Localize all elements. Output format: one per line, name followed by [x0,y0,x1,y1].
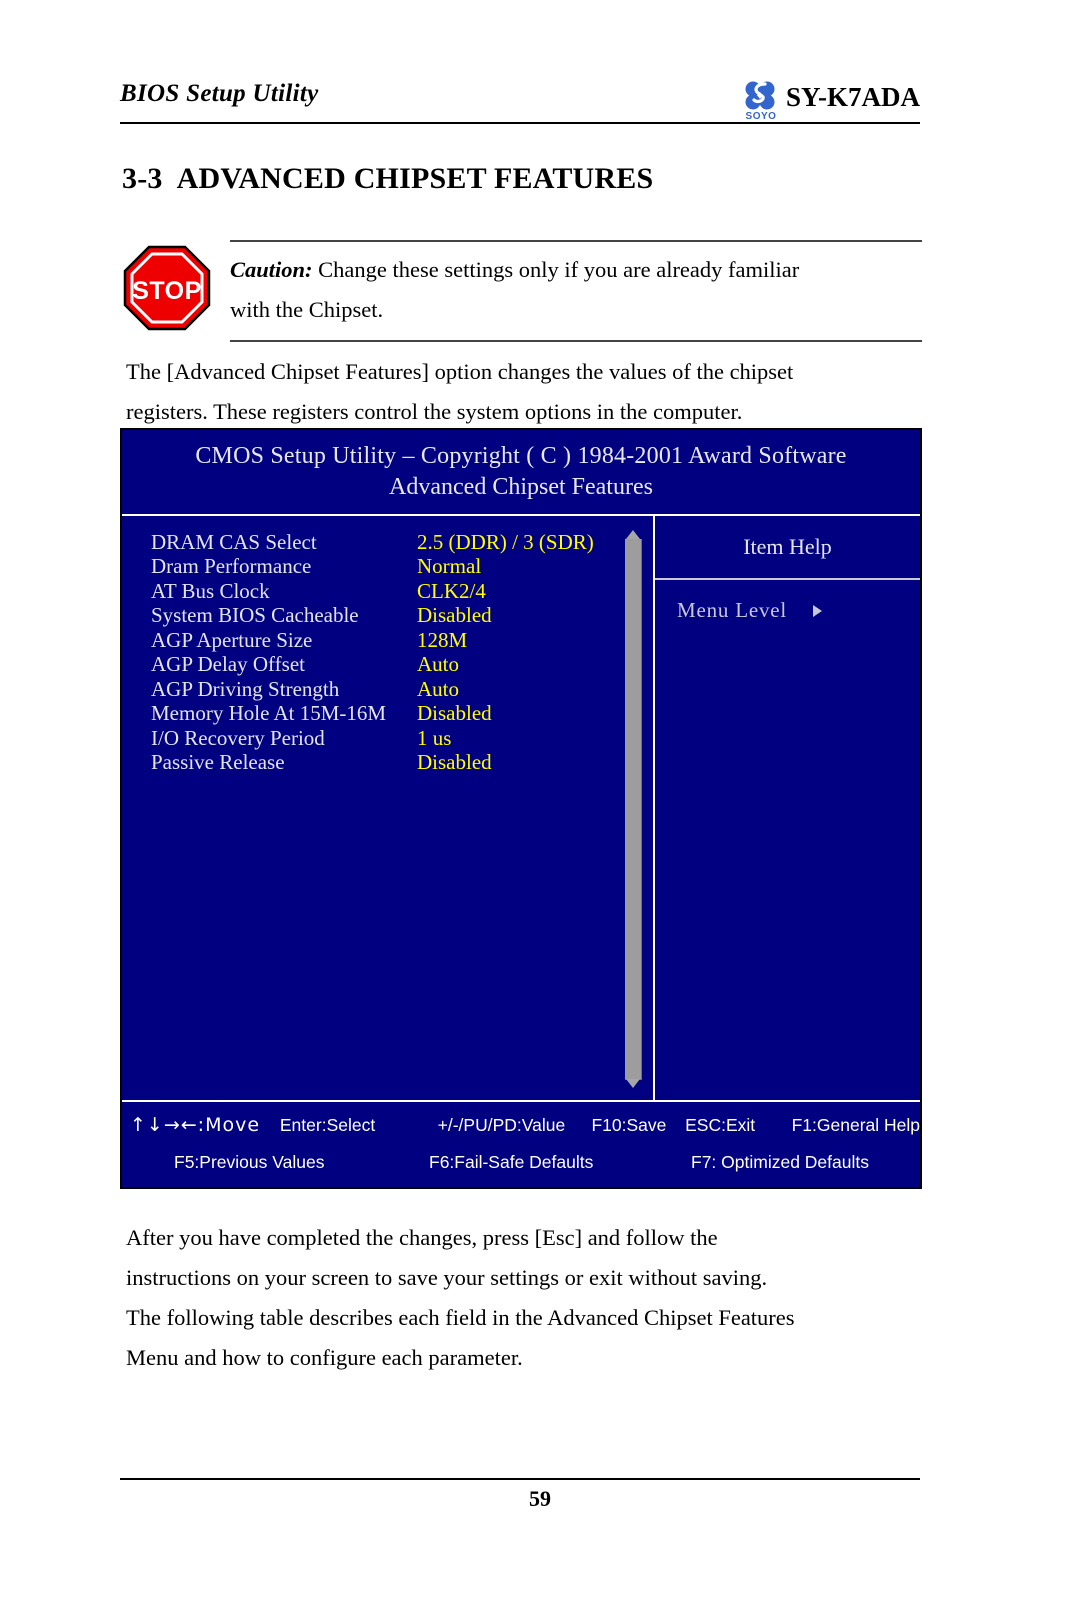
key-enter-select[interactable]: Enter:Select [280,1110,438,1140]
settings-scrollbar[interactable] [624,530,642,1092]
setting-label: I/O Recovery Period [151,725,325,750]
setting-label: Passive Release [151,750,285,775]
scroll-down-arrow-icon[interactable] [626,1079,640,1088]
setting-value[interactable]: 2.5 (DDR) / 3 (SDR) [417,530,594,555]
setting-value[interactable]: 1 us [417,726,451,751]
svg-text:STOP: STOP [132,277,202,305]
setting-row-agp-driving-strength[interactable]: AGP Driving Strength Auto [151,677,653,702]
document-header-title: BIOS Setup Utility [120,80,319,107]
setting-label: AGP Aperture Size [151,627,313,652]
setting-row-system-bios-cacheable[interactable]: System BIOS Cacheable Disabled [151,603,653,629]
setting-row-agp-aperture-size[interactable]: AGP Aperture Size 128M [151,628,653,653]
setting-label: AT Bus Clock [151,578,270,603]
caution-block: STOP Caution: Change these settings only… [122,240,922,342]
setting-row-passive-release[interactable]: Passive Release Disabled [151,750,653,776]
page-number: 59 [529,1486,551,1511]
intro-paragraph: The [Advanced Chipset Features] option c… [126,352,926,432]
outro-line-2: instructions on your screen to save your… [126,1265,768,1290]
setting-label: System BIOS Cacheable [151,603,359,628]
scrollbar-thumb[interactable] [625,539,642,1080]
setting-value[interactable]: CLK2/4 [417,579,486,604]
key-legend-row-1: ↑↓→←:Move Enter:Select +/-/PU/PD:Value F… [122,1110,920,1140]
bios-copyright-line: CMOS Setup Utility – Copyright ( C ) 198… [195,443,847,469]
key-move[interactable]: ↑↓→←:Move [130,1110,280,1140]
section-title-text: ADVANCED CHIPSET FEATURES [176,162,654,195]
soyo-logo-icon: SOYO [740,78,782,122]
setting-value[interactable]: Auto [417,652,459,677]
caution-line-2: with the Chipset. [230,297,384,322]
setting-row-dram-cas-select[interactable]: DRAM CAS Select 2.5 (DDR) / 3 (SDR) [151,530,653,555]
setting-row-memory-hole[interactable]: Memory Hole At 15M-16M Disabled [151,701,653,727]
key-value-adjust[interactable]: +/-/PU/PD:Value [438,1110,592,1140]
key-f1-general-help[interactable]: F1:General Help [792,1110,920,1140]
bios-setup-screen: CMOS Setup Utility – Copyright ( C ) 198… [120,428,922,1189]
outro-line-1: After you have completed the changes, pr… [126,1225,718,1250]
setting-label: Memory Hole At 15M-16M [151,701,387,726]
setting-row-at-bus-clock[interactable]: AT Bus Clock CLK2/4 [151,579,653,604]
setting-row-agp-delay-offset[interactable]: AGP Delay Offset Auto [151,652,653,678]
bios-main-area: DRAM CAS Select 2.5 (DDR) / 3 (SDR) Dram… [122,514,920,1102]
key-f6-fail-safe-defaults[interactable]: F6:Fail-Safe Defaults [429,1147,691,1177]
key-f10-save[interactable]: F10:Save [591,1110,685,1140]
setting-row-dram-performance[interactable]: Dram Performance Normal [151,554,653,580]
setting-row-io-recovery-period[interactable]: I/O Recovery Period 1 us [151,726,653,751]
key-f5-previous-values[interactable]: F5:Previous Values [174,1147,429,1177]
setting-value[interactable]: Normal [417,554,481,579]
setting-label: AGP Driving Strength [151,676,340,701]
settings-list: DRAM CAS Select 2.5 (DDR) / 3 (SDR) Dram… [122,530,653,775]
setting-label: AGP Delay Offset [151,652,305,677]
header-divider [120,122,920,124]
document-header-brand: SOYO SY-K7ADA [740,78,920,122]
setting-value[interactable]: Disabled [417,701,492,726]
setting-value[interactable]: 128M [417,628,467,653]
document-header: BIOS Setup Utility SOYO SY-K7ADA [120,78,920,128]
caution-line-1: Caution: Change these settings only if y… [230,250,922,290]
scroll-up-arrow-icon[interactable] [626,530,640,539]
footer-divider [120,1478,920,1480]
outro-line-4: Menu and how to configure each parameter… [126,1345,523,1370]
intro-line-1: The [Advanced Chipset Features] option c… [126,359,794,384]
setting-label: DRAM CAS Select [151,529,317,554]
caution-text-box: Caution: Change these settings only if y… [230,240,922,342]
item-help-panel: Item Help Menu Level [655,516,920,1100]
menu-level-row[interactable]: Menu Level [655,580,920,623]
page-title: 3-3 ADVANCED CHIPSET FEATURES [122,162,653,196]
model-name: SY-K7ADA [785,82,920,112]
key-legend-row-2: F5:Previous Values F6:Fail-Safe Defaults… [122,1140,920,1177]
setting-value[interactable]: Disabled [417,750,492,775]
svg-text:SOYO: SOYO [746,111,777,122]
menu-level-label: Menu Level [677,598,788,622]
intro-line-2: registers. These registers control the s… [126,399,743,424]
manual-page: BIOS Setup Utility SOYO SY-K7ADA 3-3 ADVA [0,0,1080,1618]
key-esc-exit[interactable]: ESC:Exit [685,1110,791,1140]
caution-keyword: Caution: [230,257,313,282]
bios-key-legend: ↑↓→←:Move Enter:Select +/-/PU/PD:Value F… [122,1102,920,1187]
setting-label: Dram Performance [151,554,312,579]
bios-menu-name: Advanced Chipset Features [389,474,653,500]
bios-settings-panel: DRAM CAS Select 2.5 (DDR) / 3 (SDR) Dram… [122,516,655,1100]
outro-line-3: The following table describes each field… [126,1305,795,1330]
bios-titlebar: CMOS Setup Utility – Copyright ( C ) 198… [122,430,920,514]
item-help-title: Item Help [655,516,920,580]
setting-value[interactable]: Disabled [417,603,492,628]
stop-sign-icon: STOP [122,244,212,332]
setting-value[interactable]: Auto [417,677,459,702]
outro-paragraph: After you have completed the changes, pr… [126,1218,936,1378]
caution-line-1-text: Change these settings only if you are al… [312,257,800,282]
key-f7-optimized-defaults[interactable]: F7: Optimized Defaults [691,1147,869,1177]
right-triangle-icon [813,604,823,617]
section-number: 3-3 [122,162,163,195]
